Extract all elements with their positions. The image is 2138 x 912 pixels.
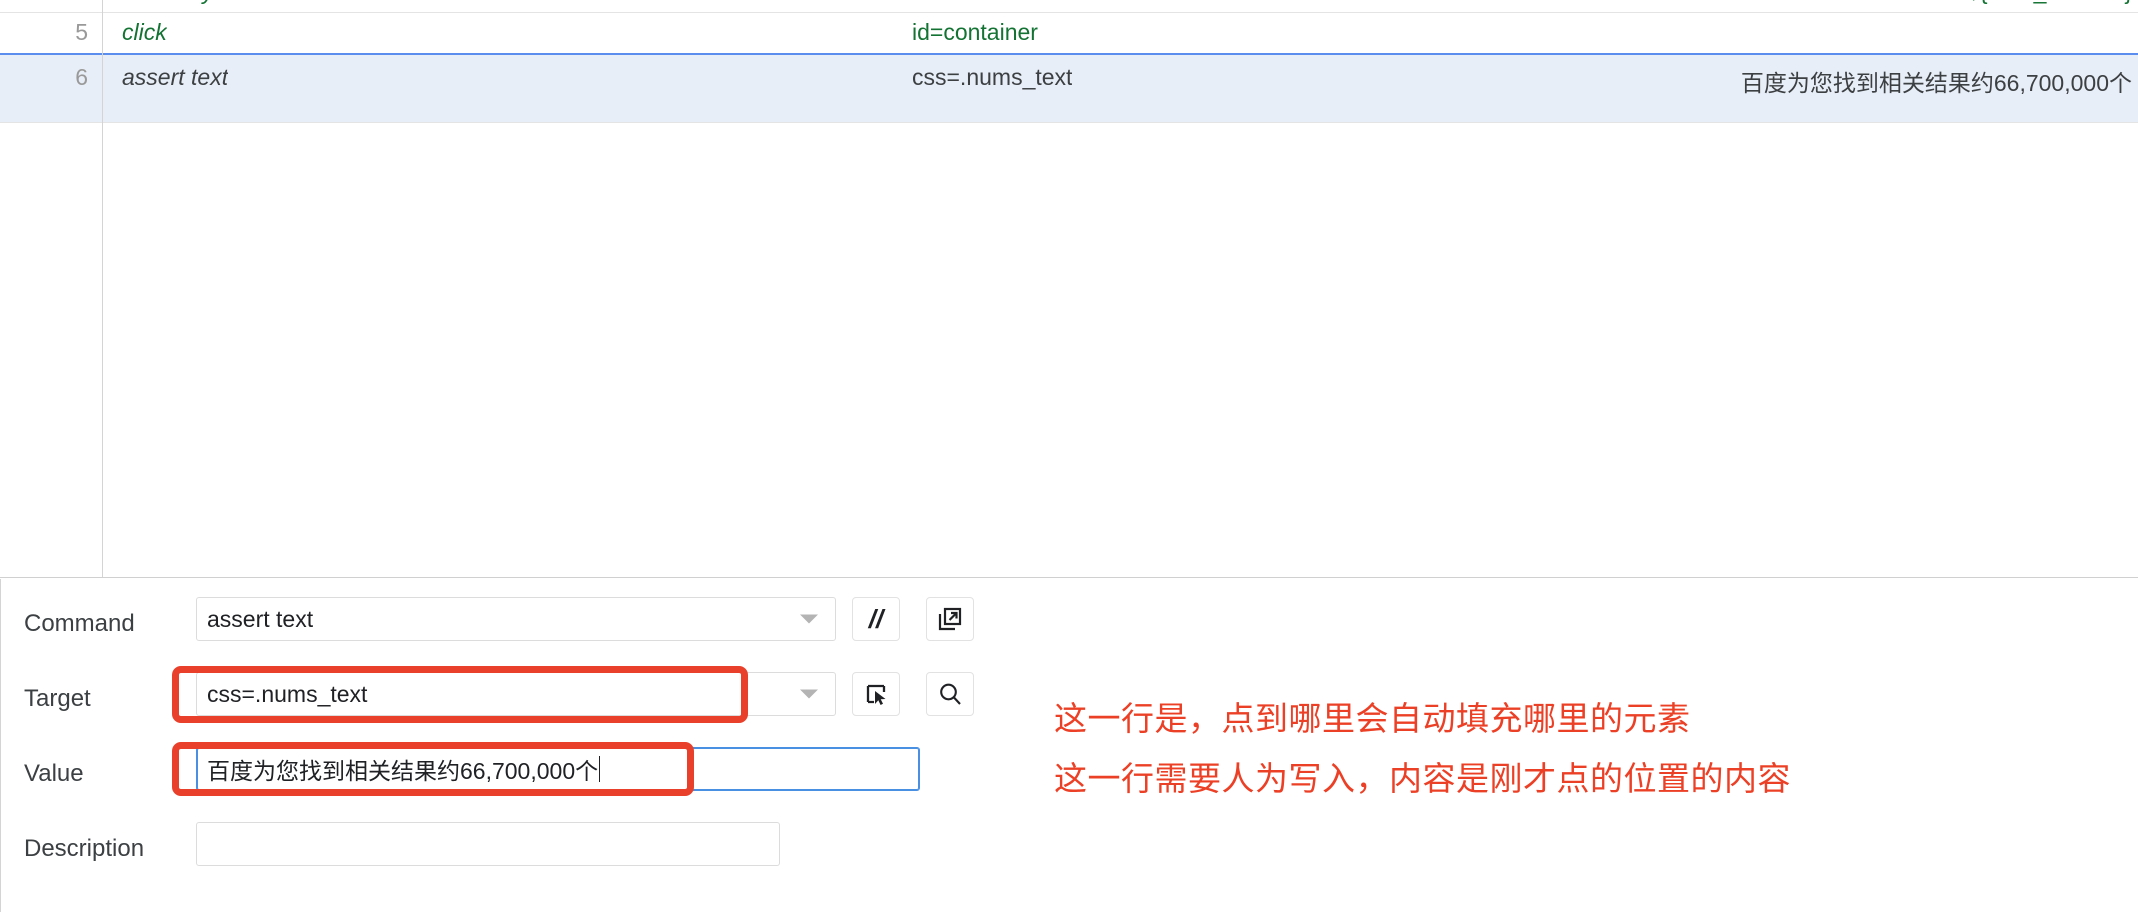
description-field-wrap[interactable] (196, 822, 780, 866)
annotation-line-2: 这一行需要人为写入，内容是刚才点的位置的内容 (1054, 752, 1791, 800)
table-index-column-divider-lower (102, 0, 103, 578)
cursor-select-icon (862, 680, 890, 708)
text-caret (599, 756, 600, 782)
table-row[interactable]: 4 send keys id=kw ${KEY_ENTER} (0, 0, 2138, 12)
command-label: Command (24, 610, 135, 638)
open-in-new-window-icon (936, 605, 964, 633)
open-external-button[interactable] (926, 597, 974, 641)
annotation-line-1: 这一行是，点到哪里会自动填充哪里的元素 (1054, 692, 1691, 740)
step-command[interactable]: click (122, 19, 167, 46)
table-empty-area[interactable] (0, 123, 2138, 578)
table-row[interactable]: 5 click id=container (0, 13, 2138, 53)
step-value[interactable]: ${KEY_ENTER} (1967, 0, 2132, 5)
chevron-down-icon[interactable] (800, 615, 818, 624)
step-command[interactable]: assert text (122, 64, 228, 91)
form-row-command: Command assert text // (0, 597, 1060, 651)
target-label: Target (24, 685, 91, 713)
value-input-text: 百度为您找到相关结果约66,700,000个 (207, 752, 598, 786)
step-target[interactable]: id=kw (912, 0, 971, 5)
test-steps-table[interactable]: 4 send keys id=kw ${KEY_ENTER} 5 click i… (0, 0, 2138, 578)
value-label: Value (24, 760, 84, 788)
command-combobox[interactable]: assert text (196, 597, 836, 641)
target-combobox[interactable]: css=.nums_text (196, 672, 836, 716)
step-command[interactable]: send keys (122, 0, 226, 5)
step-detail-form: Command assert text // Target css= (0, 579, 2138, 912)
step-index: 6 (0, 64, 88, 91)
target-input[interactable]: css=.nums_text (196, 672, 836, 716)
command-input[interactable]: assert text (196, 597, 836, 641)
step-index: 5 (0, 19, 88, 46)
description-label: Description (24, 835, 144, 863)
step-value[interactable]: 百度为您找到相关结果约66,700,000个 (1741, 64, 2132, 98)
form-row-target: Target css=.nums_text (0, 672, 1060, 726)
description-input[interactable] (196, 822, 780, 866)
step-target[interactable]: id=container (912, 19, 1038, 46)
double-slash-icon: // (869, 606, 883, 632)
chevron-down-icon[interactable] (800, 690, 818, 699)
selenium-ide-editor-window: 4 send keys id=kw ${KEY_ENTER} 5 click i… (0, 0, 2138, 912)
form-row-value: Value 百度为您找到相关结果约66,700,000个 (0, 747, 1060, 801)
magnifier-icon (936, 680, 964, 708)
step-index: 4 (0, 0, 88, 5)
table-row-selected[interactable]: 6 assert text css=.nums_text 百度为您找到相关结果约… (0, 53, 2138, 122)
select-target-button[interactable] (852, 672, 900, 716)
find-target-button[interactable] (926, 672, 974, 716)
form-row-description: Description (0, 822, 1060, 876)
step-target[interactable]: css=.nums_text (912, 64, 1072, 91)
value-field-wrap[interactable]: 百度为您找到相关结果约66,700,000个 (196, 747, 920, 791)
value-input[interactable]: 百度为您找到相关结果约66,700,000个 (196, 747, 920, 791)
comment-button[interactable]: // (852, 597, 900, 641)
